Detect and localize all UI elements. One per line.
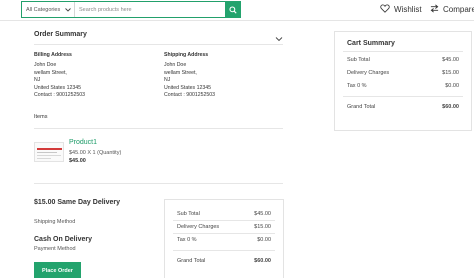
cart-delivery-label: Delivery Charges bbox=[347, 70, 390, 76]
chevron-down-icon[interactable] bbox=[275, 30, 283, 42]
billing-line: United States 12345 bbox=[34, 84, 82, 91]
product-name-link[interactable]: Product1 bbox=[69, 139, 97, 146]
tax-value: $0.00 bbox=[257, 237, 271, 243]
delivery-value: $15.00 bbox=[254, 224, 271, 230]
cart-tax-value: $0.00 bbox=[445, 83, 459, 89]
category-select[interactable]: All Categories bbox=[22, 2, 75, 17]
search-button[interactable] bbox=[225, 1, 241, 18]
billing-address-heading: Billing Address bbox=[34, 52, 72, 58]
cart-summary-title: Cart Summary bbox=[347, 40, 395, 47]
subtotal-row: Sub Total $45.00 bbox=[177, 211, 271, 217]
divider bbox=[34, 44, 283, 45]
search-bar: All Categories bbox=[21, 1, 241, 18]
divider bbox=[173, 233, 275, 234]
billing-line: Contact : 9001252503 bbox=[34, 92, 86, 98]
compare-icon bbox=[430, 4, 439, 15]
billing-line: NJ bbox=[34, 77, 41, 83]
shipping-line: wellam Street, bbox=[164, 69, 197, 76]
payment-method-title: Cash On Delivery bbox=[34, 236, 92, 243]
divider bbox=[173, 220, 275, 221]
shipping-method-title: $15.00 Same Day Delivery bbox=[34, 199, 121, 206]
payment-method-label: Payment Method bbox=[34, 246, 76, 252]
wishlist-label: Wishlist bbox=[394, 5, 422, 14]
cart-tax-label: Tax 0 % bbox=[347, 83, 367, 89]
shipping-line: NJ bbox=[164, 77, 171, 83]
order-summary-title: Order Summary bbox=[34, 31, 87, 38]
compare-link[interactable]: Compare bbox=[430, 4, 474, 15]
cart-delivery-row: Delivery Charges $15.00 bbox=[347, 70, 459, 76]
divider bbox=[343, 51, 463, 52]
compare-label: Compare bbox=[443, 5, 474, 14]
billing-line: John Doe bbox=[34, 62, 57, 68]
shipping-line: United States 12345 bbox=[164, 84, 212, 91]
chevron-down-icon bbox=[64, 6, 71, 13]
shipping-line: John Doe bbox=[164, 62, 187, 68]
search-input[interactable] bbox=[75, 2, 225, 17]
heart-icon bbox=[380, 4, 390, 15]
shipping-address: Shipping Address John Doe wellam Street,… bbox=[164, 52, 215, 100]
items-label: Items bbox=[34, 114, 48, 120]
cart-grand-total-value: $60.00 bbox=[442, 104, 459, 110]
shipping-line: Contact : 9001252503 bbox=[164, 92, 216, 98]
cart-subtotal-value: $45.00 bbox=[442, 57, 459, 63]
category-select-label: All Categories bbox=[26, 6, 61, 13]
divider bbox=[343, 96, 463, 97]
shipping-address-heading: Shipping Address bbox=[164, 52, 209, 58]
billing-line: wellam Street, bbox=[34, 69, 67, 76]
product-price: $45.00 bbox=[69, 158, 86, 164]
tax-label: Tax 0 % bbox=[177, 237, 197, 243]
product-quantity: $45.00 X 1 (Quantity) bbox=[69, 150, 122, 156]
cart-subtotal-row: Sub Total $45.00 bbox=[347, 57, 459, 63]
tax-row: Tax 0 % $0.00 bbox=[177, 237, 271, 243]
place-order-button[interactable]: Place Order bbox=[34, 262, 81, 278]
delivery-label: Delivery Charges bbox=[177, 224, 220, 230]
delivery-row: Delivery Charges $15.00 bbox=[177, 224, 271, 230]
divider bbox=[34, 128, 283, 129]
grand-total-label: Grand Total bbox=[177, 258, 206, 264]
subtotal-value: $45.00 bbox=[254, 211, 271, 217]
cart-grand-total-label: Grand Total bbox=[347, 104, 376, 110]
cart-subtotal-label: Sub Total bbox=[347, 57, 370, 63]
cart-delivery-value: $15.00 bbox=[442, 70, 459, 76]
top-header: All Categories Wishlist Compare bbox=[0, 0, 474, 21]
cart-grand-total-row: Grand Total $60.00 bbox=[347, 104, 459, 110]
shipping-method-label: Shipping Method bbox=[34, 219, 76, 225]
wishlist-link[interactable]: Wishlist bbox=[380, 4, 422, 15]
grand-total-row: Grand Total $60.00 bbox=[177, 258, 271, 264]
order-totals-box: Sub Total $45.00 Delivery Charges $15.00… bbox=[164, 199, 284, 278]
cart-tax-row: Tax 0 % $0.00 bbox=[347, 83, 459, 89]
search-icon bbox=[229, 1, 237, 19]
divider bbox=[173, 250, 275, 251]
grand-total-value: $60.00 bbox=[254, 258, 271, 264]
divider bbox=[34, 183, 283, 184]
product-thumbnail[interactable] bbox=[34, 142, 64, 162]
cart-summary: Cart Summary Sub Total $45.00 Delivery C… bbox=[334, 31, 472, 131]
billing-address: Billing Address John Doe wellam Street, … bbox=[34, 52, 85, 100]
subtotal-label: Sub Total bbox=[177, 211, 200, 217]
